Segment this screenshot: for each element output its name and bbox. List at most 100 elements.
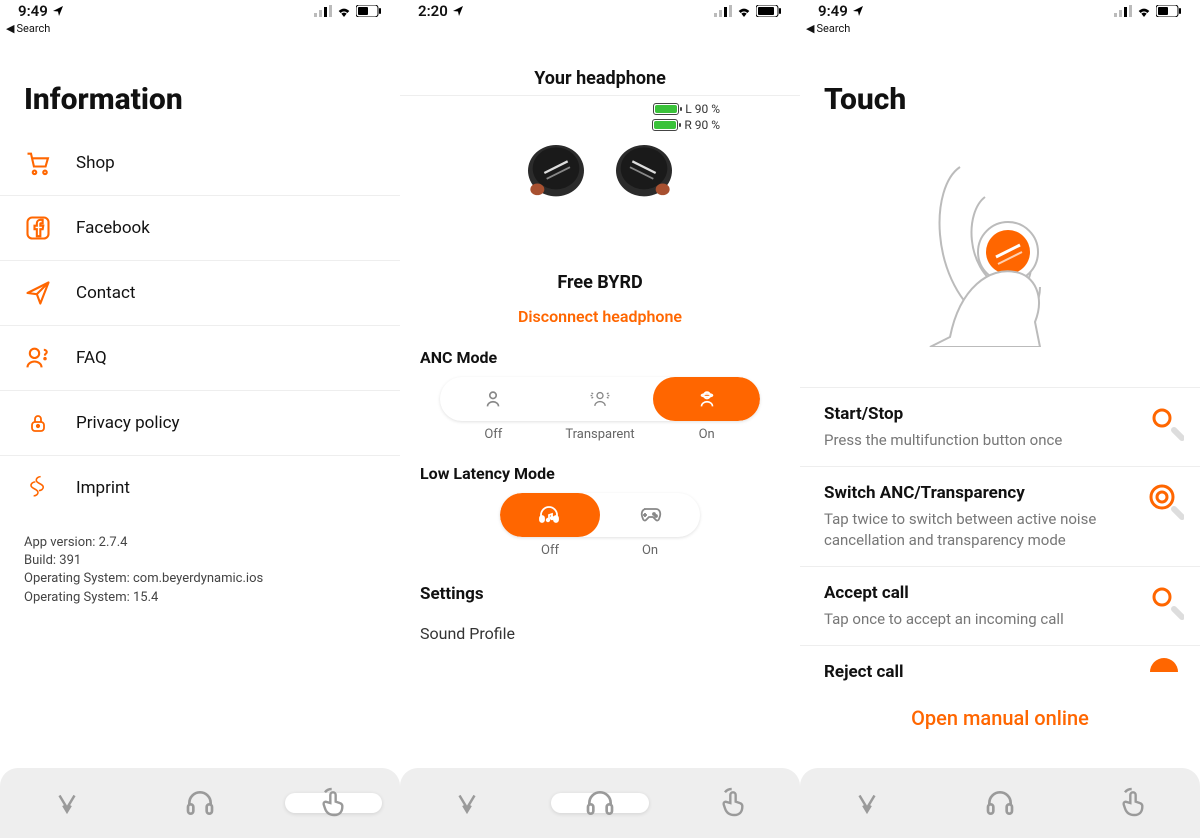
tab-brand[interactable] <box>400 788 533 818</box>
info-item-contact[interactable]: Contact <box>0 261 400 326</box>
lowlatency-on-label: On <box>600 543 700 558</box>
touch-item-desc: Tap twice to switch between active noise… <box>824 509 1130 550</box>
info-list: Shop Facebook Contact FAQ <box>0 131 400 520</box>
wifi-icon <box>736 5 752 17</box>
signal-icon <box>1114 5 1132 17</box>
info-label: Shop <box>76 153 115 173</box>
info-label: Facebook <box>76 218 150 238</box>
info-label: Contact <box>76 283 135 303</box>
screen-information: 9:49 ◀ Search Information Shop <box>0 0 400 838</box>
status-time: 2:20 <box>418 2 448 20</box>
screen-touch: 9:49 ◀ Search Touch Start/Stop <box>800 0 1200 838</box>
battery-icon <box>356 5 382 17</box>
tap-once-icon <box>1144 402 1184 442</box>
info-item-faq[interactable]: FAQ <box>0 326 400 391</box>
wifi-icon <box>1136 5 1152 17</box>
tab-headphones[interactable] <box>933 787 1066 819</box>
settings-sound-profile[interactable]: Sound Profile <box>400 612 800 655</box>
anc-segmented-control[interactable] <box>440 377 760 421</box>
status-bar: 2:20 <box>400 0 800 22</box>
person-off-icon <box>482 388 504 410</box>
back-search[interactable]: ◀ Search <box>800 22 1200 38</box>
tab-bar <box>800 768 1200 838</box>
location-icon <box>52 5 64 17</box>
wifi-icon <box>336 5 352 17</box>
touch-item-switch-anc: Switch ANC/Transparency Tap twice to swi… <box>800 466 1200 566</box>
tab-headphones[interactable] <box>133 787 266 819</box>
info-item-imprint[interactable]: Imprint <box>0 456 400 520</box>
paragraph-icon <box>24 474 52 502</box>
battery-right: R 90 % <box>652 118 720 132</box>
status-time: 9:49 <box>818 2 848 20</box>
status-bar: 9:49 <box>800 0 1200 22</box>
battery-status: L 90 % R 90 % <box>400 96 800 132</box>
touch-item-desc: Tap once to accept an incoming call <box>824 609 1130 629</box>
anc-section-label: ANC Mode <box>400 326 800 377</box>
touch-item-title: Switch ANC/Transparency <box>824 483 1130 503</box>
anc-option-off[interactable] <box>440 377 547 421</box>
chevron-left-icon: ◀ <box>6 22 14 35</box>
meta-os-version: Operating System: 15.4 <box>24 589 376 607</box>
tab-bar <box>0 768 400 838</box>
touch-item-desc: Press the multifunction button once <box>824 430 1130 450</box>
disconnect-button[interactable]: Disconnect headphone <box>400 307 800 326</box>
battery-right-label: R 90 % <box>684 118 720 132</box>
status-bar: 9:49 <box>0 0 400 22</box>
touch-item-title: Start/Stop <box>824 404 1130 424</box>
page-title: Touch <box>800 38 1200 117</box>
info-label: FAQ <box>76 348 107 368</box>
status-time: 9:49 <box>18 2 48 20</box>
tap-once-icon <box>1144 581 1184 621</box>
tab-touch[interactable] <box>267 787 400 819</box>
tab-brand[interactable] <box>800 788 933 818</box>
settings-header: Settings <box>400 558 800 612</box>
lowlatency-off-label: Off <box>500 543 600 558</box>
earbud-left-icon <box>521 138 591 208</box>
battery-icon <box>1156 5 1182 17</box>
battery-icon <box>756 5 782 17</box>
touch-item-reject-call: Reject call <box>800 645 1200 692</box>
back-label: Search <box>16 22 50 35</box>
tab-touch[interactable] <box>667 787 800 819</box>
app-meta: App version: 2.7.4 Build: 391 Operating … <box>0 520 400 621</box>
screen-headphone: 2:20 Your headphone L 90 % R 90 % <box>400 0 800 838</box>
lowlatency-section-label: Low Latency Mode <box>400 442 800 493</box>
meta-app-version: App version: 2.7.4 <box>24 534 376 552</box>
headphone-music-icon <box>537 503 563 527</box>
person-on-icon <box>696 388 718 410</box>
tab-touch[interactable] <box>1067 787 1200 819</box>
lock-icon <box>24 409 52 437</box>
info-label: Imprint <box>76 478 130 498</box>
battery-left: L 90 % <box>653 102 720 116</box>
meta-os-bundle: Operating System: com.beyerdynamic.ios <box>24 570 376 588</box>
earbuds-image <box>400 138 800 208</box>
tap-twice-icon <box>1144 481 1184 521</box>
info-item-privacy[interactable]: Privacy policy <box>0 391 400 456</box>
tab-headphones[interactable] <box>533 787 666 819</box>
info-item-facebook[interactable]: Facebook <box>0 196 400 261</box>
anc-option-transparent[interactable] <box>547 377 654 421</box>
anc-option-on[interactable] <box>653 377 760 421</box>
touch-item-title: Reject call <box>824 662 1130 682</box>
back-search[interactable]: ◀ Search <box>0 22 400 38</box>
open-manual-link[interactable]: Open manual online <box>800 692 1200 744</box>
tab-brand[interactable] <box>0 788 133 818</box>
lowlatency-option-off[interactable] <box>500 493 600 537</box>
touch-item-start-stop: Start/Stop Press the multifunction butto… <box>800 387 1200 466</box>
info-item-shop[interactable]: Shop <box>0 131 400 196</box>
tap-hold-icon <box>1144 650 1184 690</box>
person-transparent-icon <box>588 388 612 410</box>
chevron-left-icon: ◀ <box>806 22 814 35</box>
lowlatency-option-labels: Off On <box>500 543 700 558</box>
location-icon <box>452 5 464 17</box>
lowlatency-option-on[interactable] <box>600 493 700 537</box>
page-title: Your headphone <box>400 38 800 95</box>
location-icon <box>852 5 864 17</box>
anc-on-label: On <box>653 427 760 442</box>
meta-build: Build: 391 <box>24 552 376 570</box>
device-name: Free BYRD <box>400 272 800 293</box>
touch-item-title: Accept call <box>824 583 1130 603</box>
anc-transparent-label: Transparent <box>547 427 654 442</box>
touch-item-accept-call: Accept call Tap once to accept an incomi… <box>800 566 1200 645</box>
lowlatency-segmented-control[interactable] <box>500 493 700 537</box>
